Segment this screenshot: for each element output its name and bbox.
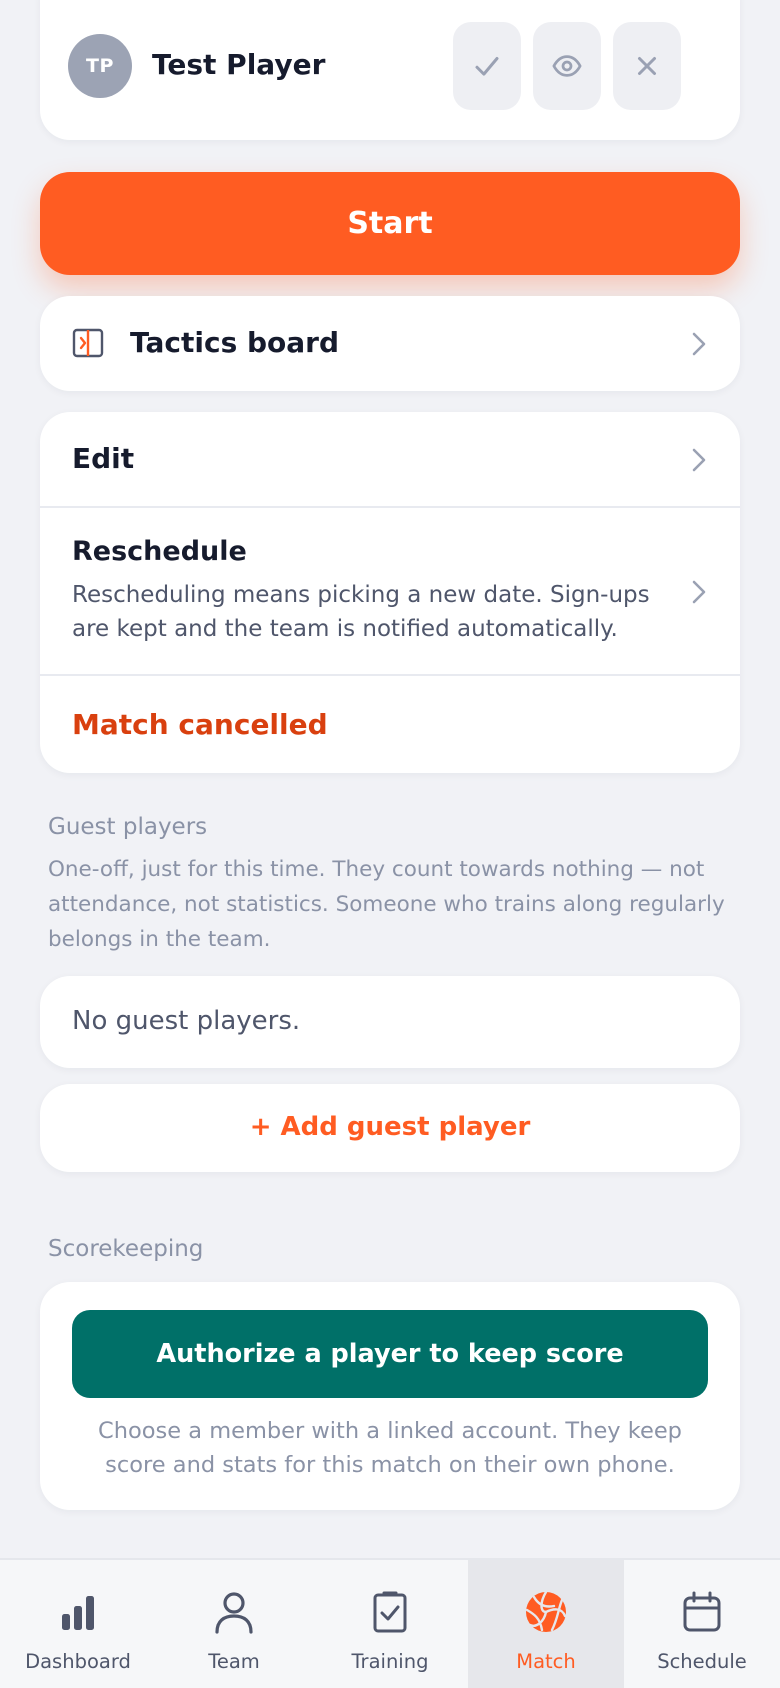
mark-spectator-button[interactable] (533, 22, 601, 110)
bottom-nav: Dashboard Team Training Match Schedule (0, 1558, 780, 1688)
nav-label-schedule: Schedule (657, 1650, 747, 1673)
nav-label-dashboard: Dashboard (25, 1650, 131, 1673)
chevron-right-icon (692, 332, 706, 356)
close-icon (638, 57, 656, 75)
cancel-match-row[interactable]: Match cancelled (40, 676, 740, 773)
player-name: Test Player (152, 48, 326, 81)
nav-label-training: Training (351, 1650, 429, 1673)
eye-icon (552, 55, 582, 77)
mark-absent-button[interactable] (613, 22, 681, 110)
player-row-card: TP Test Player (40, 0, 740, 140)
volleyball-icon (525, 1590, 567, 1632)
mark-present-button[interactable] (453, 22, 521, 110)
tactics-board-icon (72, 328, 104, 358)
match-cancelled-label: Match cancelled (72, 708, 328, 741)
reschedule-row[interactable]: Reschedule Rescheduling means picking a … (40, 508, 740, 676)
avatar: TP (68, 34, 132, 98)
bar-chart-icon (62, 1596, 94, 1630)
match-detail-page: TP Test Player Start Tactics board Edit … (0, 0, 780, 1688)
calendar-icon (683, 1591, 721, 1632)
nav-item-match[interactable]: Match (468, 1560, 624, 1688)
reschedule-description: Rescheduling means picking a new date. S… (72, 582, 650, 642)
authorize-scorekeeper-button[interactable]: Authorize a player to keep score (72, 1310, 708, 1398)
guest-players-description: One-off, just for this time. They count … (48, 857, 725, 952)
tactics-board-label: Tactics board (130, 326, 340, 359)
scorekeeping-heading: Scorekeeping (48, 1236, 204, 1262)
chevron-right-icon (692, 448, 706, 472)
edit-label: Edit (72, 442, 135, 475)
scorekeeping-card: Authorize a player to keep score Choose … (40, 1282, 740, 1510)
add-guest-button[interactable]: + Add guest player (40, 1084, 740, 1172)
chevron-right-icon (692, 580, 706, 604)
guest-players-heading: Guest players (48, 814, 208, 840)
nav-item-dashboard[interactable]: Dashboard (0, 1560, 156, 1688)
guest-list-card: No guest players. (40, 976, 740, 1068)
clipboard-check-icon (373, 1591, 407, 1633)
match-actions-card: Edit Reschedule Rescheduling means picki… (40, 412, 740, 773)
tactics-board-link[interactable]: Tactics board (40, 296, 740, 391)
nav-label-match: Match (516, 1650, 576, 1673)
scorekeeping-note: Choose a member with a linked account. T… (98, 1418, 682, 1478)
add-guest-label: + Add guest player (249, 1112, 531, 1142)
reschedule-label: Reschedule (72, 536, 247, 567)
edit-match-row[interactable]: Edit (40, 412, 740, 508)
nav-item-team[interactable]: Team (156, 1560, 312, 1688)
nav-item-training[interactable]: Training (312, 1560, 468, 1688)
nav-item-schedule[interactable]: Schedule (624, 1560, 780, 1688)
nav-label-team: Team (208, 1650, 260, 1673)
person-icon (215, 1592, 253, 1634)
check-icon (475, 57, 499, 76)
start-match-button[interactable]: Start (40, 172, 740, 275)
empty-guests-text: No guest players. (72, 1006, 301, 1036)
